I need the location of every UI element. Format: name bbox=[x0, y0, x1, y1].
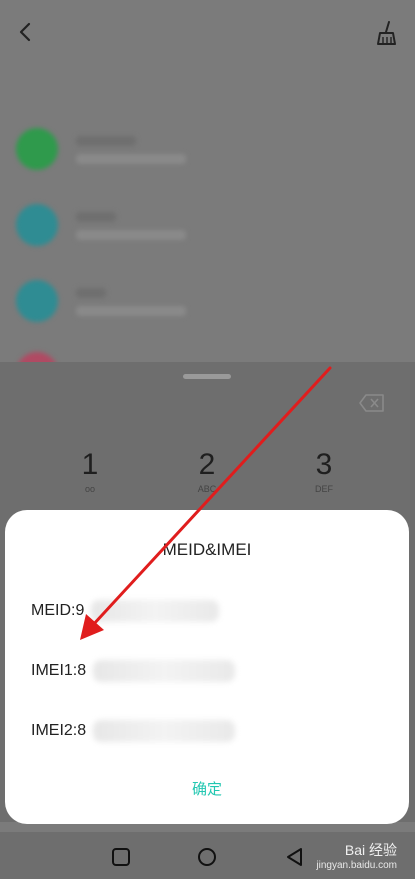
top-bar bbox=[0, 0, 415, 70]
meid-row: MEID:9 bbox=[31, 602, 85, 619]
home-circle-icon[interactable] bbox=[196, 846, 218, 868]
list-item[interactable] bbox=[0, 120, 415, 186]
redacted-value bbox=[93, 660, 235, 682]
list-header bbox=[20, 90, 220, 102]
imei1-row: IMEI1:8 bbox=[31, 662, 87, 679]
imei2-row: IMEI2:8 bbox=[31, 722, 87, 739]
dial-key-2[interactable]: 2 ABC bbox=[162, 448, 252, 494]
contact-detail bbox=[76, 230, 186, 240]
backspace-icon[interactable] bbox=[359, 394, 385, 412]
dial-key-3[interactable]: 3 DEF bbox=[279, 448, 369, 494]
drag-handle[interactable] bbox=[183, 374, 231, 379]
contact-detail bbox=[76, 154, 186, 164]
list-item[interactable] bbox=[0, 272, 415, 338]
list-item[interactable] bbox=[0, 196, 415, 262]
broom-icon[interactable] bbox=[375, 20, 399, 46]
contact-name bbox=[76, 288, 106, 298]
meid-imei-dialog: MEID&IMEI MEID:9 IMEI1:8 IMEI2:8 确定 bbox=[5, 510, 409, 824]
dial-key-1[interactable]: 1 oo bbox=[45, 448, 135, 494]
chevron-left-icon[interactable] bbox=[14, 20, 36, 44]
back-triangle-icon[interactable] bbox=[284, 846, 306, 868]
redacted-value bbox=[91, 600, 219, 622]
confirm-button[interactable]: 确定 bbox=[5, 778, 409, 799]
contact-name bbox=[76, 212, 116, 222]
watermark-brand: Bai 经验 bbox=[344, 842, 397, 858]
avatar bbox=[16, 204, 58, 246]
dialog-title: MEID&IMEI bbox=[162, 540, 252, 559]
system-nav-bar: Bai 经验 jingyan.baidu.com bbox=[0, 832, 415, 879]
redacted-value bbox=[93, 720, 235, 742]
contact-detail bbox=[76, 306, 186, 316]
avatar bbox=[16, 280, 58, 322]
watermark-url: jingyan.baidu.com bbox=[316, 860, 397, 871]
avatar bbox=[16, 128, 58, 170]
contact-name bbox=[76, 136, 136, 146]
recents-square-icon[interactable] bbox=[110, 846, 132, 868]
baidu-watermark: Bai 经验 jingyan.baidu.com bbox=[316, 840, 397, 871]
contact-list bbox=[0, 86, 415, 394]
